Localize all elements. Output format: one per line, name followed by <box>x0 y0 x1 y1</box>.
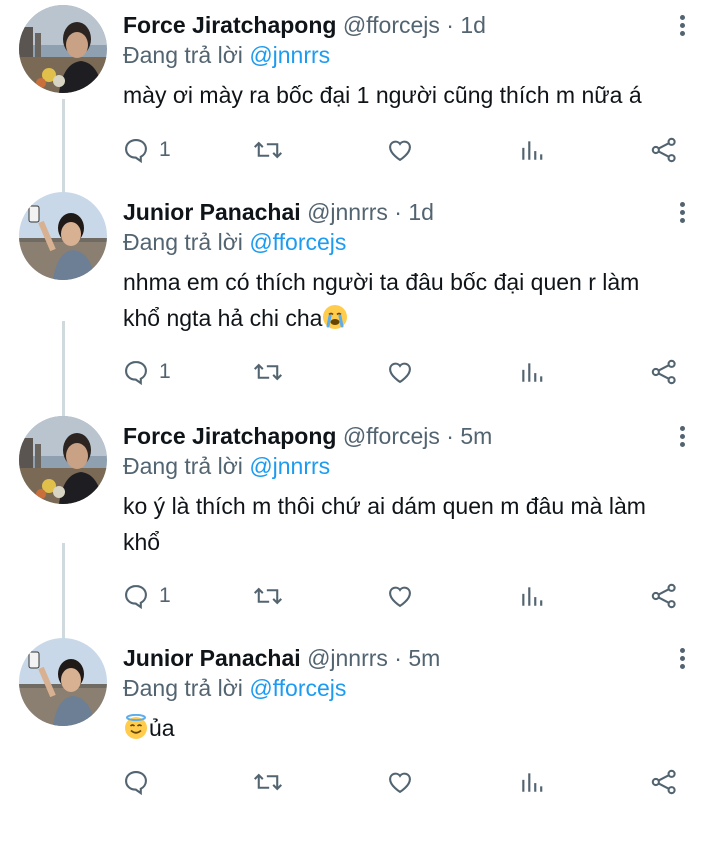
tweet-text-line: mày ơi mày ra bốc đại 1 người cũng thích… <box>123 82 642 108</box>
analytics-icon <box>522 363 543 382</box>
tweet-text: nhma em có thích người ta đâu bốc đại qu… <box>123 264 683 336</box>
sunset-avatar-icon[interactable] <box>19 416 107 504</box>
tweet-header: Junior Panachai @jnnrrs · 5m <box>123 644 440 672</box>
reply-prefix: Đang trả lời <box>123 229 243 255</box>
author-handle-time: @jnnrrs · 5m <box>307 645 441 671</box>
tweet-text-line: khổ ngta hả chi cha <box>123 305 323 331</box>
reply-icon <box>125 585 147 610</box>
like-button[interactable] <box>386 764 414 800</box>
author-handle-time: @fforcejs · 5m <box>342 423 493 449</box>
analytics-button[interactable] <box>519 132 545 168</box>
analytics-icon <box>522 587 543 606</box>
analytics-icon <box>522 141 543 160</box>
tweet[interactable]: Junior Panachai @jnnrrs · 5m Đang trả lờ… <box>0 638 720 860</box>
tweet-header: Force Jiratchapong @fforcejs · 5m <box>123 422 492 450</box>
tweet-text-line: ủa <box>149 715 175 741</box>
reply-context: Đang trả lời @jnnrrs <box>123 452 330 480</box>
tweet[interactable]: Junior Panachai @jnnrrs · 1d Đang trả lờ… <box>0 192 720 414</box>
heart-icon <box>389 140 411 162</box>
reply-context: Đang trả lời @fforcejs <box>123 228 346 256</box>
retweet-icon <box>253 587 283 605</box>
author-name[interactable]: Force Jiratchapong <box>123 12 336 38</box>
tweet-actions: 1 <box>0 354 720 390</box>
share-button[interactable] <box>650 578 678 614</box>
share-button[interactable] <box>650 354 678 390</box>
halo-face-icon <box>125 714 147 739</box>
reply-button[interactable]: 1 <box>122 578 171 614</box>
reply-prefix: Đang trả lời <box>123 453 243 479</box>
share-icon <box>651 137 676 163</box>
selfie-avatar-icon[interactable] <box>19 638 107 726</box>
reply-to-handle[interactable]: @fforcejs <box>249 675 346 701</box>
reply-prefix: Đang trả lời <box>123 675 243 701</box>
like-button[interactable] <box>386 354 414 390</box>
sunset-avatar-icon[interactable] <box>19 5 107 93</box>
like-button[interactable] <box>386 132 414 168</box>
tweet-text-line-1: ủa <box>123 710 683 746</box>
reply-to-handle[interactable]: @fforcejs <box>249 229 346 255</box>
retweet-icon <box>253 363 283 381</box>
retweet-button[interactable] <box>253 764 283 800</box>
reply-button[interactable]: 1 <box>122 354 171 390</box>
more-options-icon[interactable] <box>672 11 692 39</box>
author-name[interactable]: Junior Panachai <box>123 645 301 671</box>
author-handle-time: @fforcejs · 1d <box>342 12 486 38</box>
reply-button[interactable] <box>122 764 159 800</box>
reply-context: Đang trả lời @fforcejs <box>123 674 346 702</box>
heart-icon <box>389 586 411 608</box>
tweet-header: Force Jiratchapong @fforcejs · 1d <box>123 11 486 39</box>
tweet-text: mày ơi mày ra bốc đại 1 người cũng thích… <box>123 77 683 113</box>
analytics-button[interactable] <box>519 764 545 800</box>
retweet-button[interactable] <box>253 578 283 614</box>
reply-count: 1 <box>159 138 171 161</box>
tweet-text-line: ko ý là thích m thôi chứ ai dám quen m đ… <box>123 493 646 519</box>
reply-icon <box>125 771 147 796</box>
tweet-text-line-2: khổ ngta hả chi cha <box>123 300 683 336</box>
retweet-icon <box>253 141 283 159</box>
reply-count: 1 <box>159 584 171 607</box>
tweet-actions <box>0 764 720 800</box>
reply-icon <box>125 361 147 386</box>
share-icon <box>651 583 676 609</box>
author-name[interactable]: Junior Panachai <box>123 199 301 225</box>
analytics-button[interactable] <box>519 578 545 614</box>
heart-icon <box>389 772 411 794</box>
author-name[interactable]: Force Jiratchapong <box>123 423 336 449</box>
heart-icon <box>389 362 411 384</box>
tweet-actions: 1 <box>0 132 720 168</box>
reply-prefix: Đang trả lời <box>123 42 243 68</box>
tweet-text-line: khổ <box>123 529 161 555</box>
more-options-icon[interactable] <box>672 422 692 450</box>
crying-face-icon <box>323 305 348 329</box>
reply-to-handle[interactable]: @jnnrrs <box>249 42 330 68</box>
analytics-icon <box>522 773 543 792</box>
tweet-text: ủa <box>123 710 683 746</box>
retweet-button[interactable] <box>253 132 283 168</box>
like-button[interactable] <box>386 578 414 614</box>
reply-to-handle[interactable]: @jnnrrs <box>249 453 330 479</box>
tweet-header: Junior Panachai @jnnrrs · 1d <box>123 198 434 226</box>
tweet-text: ko ý là thích m thôi chứ ai dám quen m đ… <box>123 488 683 560</box>
author-handle-time: @jnnrrs · 1d <box>307 199 434 225</box>
retweet-icon <box>253 773 283 791</box>
reply-count: 1 <box>159 360 171 383</box>
reply-context: Đang trả lời @jnnrrs <box>123 41 330 69</box>
share-button[interactable] <box>650 132 678 168</box>
more-options-icon[interactable] <box>672 198 692 226</box>
more-options-icon[interactable] <box>672 644 692 672</box>
tweet-actions: 1 <box>0 578 720 614</box>
analytics-button[interactable] <box>519 354 545 390</box>
tweet-text-line: nhma em có thích người ta đâu bốc đại qu… <box>123 269 640 295</box>
tweet[interactable]: Force Jiratchapong @fforcejs · 5m Đang t… <box>0 416 720 638</box>
share-button[interactable] <box>650 764 678 800</box>
retweet-button[interactable] <box>253 354 283 390</box>
reply-button[interactable]: 1 <box>122 132 171 168</box>
reply-icon <box>125 139 147 164</box>
selfie-avatar-icon[interactable] <box>19 192 107 280</box>
share-icon <box>651 769 676 795</box>
share-icon <box>651 359 676 385</box>
